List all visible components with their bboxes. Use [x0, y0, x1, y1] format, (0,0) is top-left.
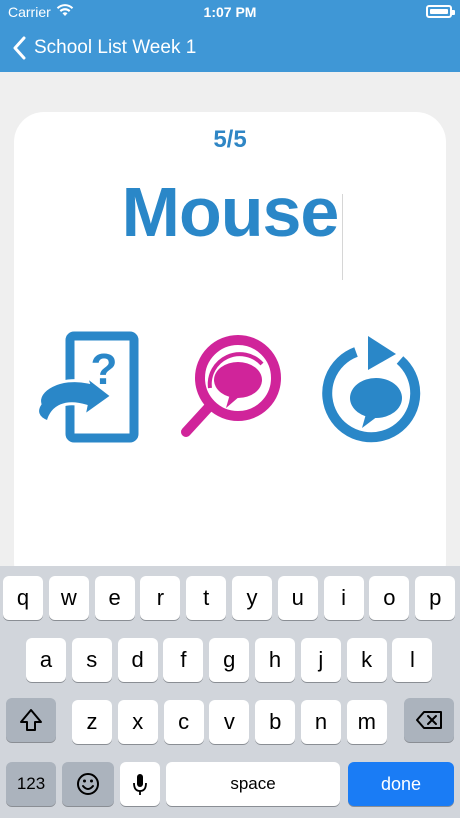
- key-v[interactable]: v: [209, 700, 250, 744]
- key-p[interactable]: p: [415, 576, 456, 620]
- search-speech-button[interactable]: [170, 330, 290, 450]
- key-j[interactable]: j: [300, 638, 341, 682]
- microphone-icon: [133, 774, 147, 795]
- key-q[interactable]: q: [3, 576, 43, 620]
- back-button[interactable]: School List Week 1: [34, 37, 196, 59]
- replay-speech-button[interactable]: [312, 330, 432, 450]
- key-a[interactable]: a: [26, 638, 66, 682]
- refresh-speech-icon: [322, 336, 421, 443]
- numbers-key[interactable]: 123: [6, 762, 56, 806]
- key-e[interactable]: e: [94, 576, 135, 620]
- flashcard: 5/5 Mouse ?: [14, 112, 446, 592]
- battery-icon: [426, 5, 455, 18]
- delete-icon: [416, 711, 442, 729]
- key-g[interactable]: g: [209, 638, 250, 682]
- keyboard: qwertyuiop asdfghjkl zxcvbnm 123 space d…: [0, 566, 460, 818]
- key-z[interactable]: z: [72, 700, 112, 744]
- clock: 1:07 PM: [203, 4, 257, 20]
- navigation-bar: School List Week 1: [0, 28, 460, 68]
- key-i[interactable]: i: [323, 576, 364, 620]
- card-counter: 5/5: [213, 126, 247, 153]
- key-m[interactable]: m: [346, 700, 387, 744]
- space-key[interactable]: space: [166, 762, 340, 806]
- key-k[interactable]: k: [346, 638, 387, 682]
- key-f[interactable]: f: [163, 638, 204, 682]
- key-d[interactable]: d: [117, 638, 158, 682]
- key-t[interactable]: t: [186, 576, 227, 620]
- chevron-left-icon[interactable]: [12, 36, 28, 60]
- shift-key[interactable]: [6, 698, 56, 742]
- emoji-key[interactable]: [62, 762, 114, 806]
- key-y[interactable]: y: [232, 576, 272, 620]
- backspace-key[interactable]: [404, 698, 454, 742]
- key-b[interactable]: b: [255, 700, 296, 744]
- action-row: ?: [14, 330, 446, 450]
- top-bar: Carrier 1:07 PM School List Week 1: [0, 0, 460, 72]
- key-n[interactable]: n: [301, 700, 341, 744]
- shift-icon: [20, 709, 42, 731]
- card-flip-question-icon: ?: [36, 331, 139, 443]
- status-bar: Carrier 1:07 PM: [0, 0, 460, 24]
- key-o[interactable]: o: [369, 576, 410, 620]
- emoji-icon: [77, 773, 99, 795]
- key-x[interactable]: x: [117, 700, 158, 744]
- key-l[interactable]: l: [392, 638, 433, 682]
- text-caret: [342, 194, 343, 280]
- key-h[interactable]: h: [255, 638, 295, 682]
- key-s[interactable]: s: [71, 638, 112, 682]
- dictation-key[interactable]: [120, 762, 160, 806]
- flip-card-button[interactable]: ?: [30, 330, 150, 450]
- key-w[interactable]: w: [48, 576, 89, 620]
- word-text: Mouse: [121, 173, 340, 251]
- key-u[interactable]: u: [277, 576, 318, 620]
- key-r[interactable]: r: [140, 576, 181, 620]
- key-c[interactable]: c: [163, 700, 204, 744]
- done-key[interactable]: done: [348, 762, 454, 806]
- magnifier-speech-icon: [181, 335, 281, 437]
